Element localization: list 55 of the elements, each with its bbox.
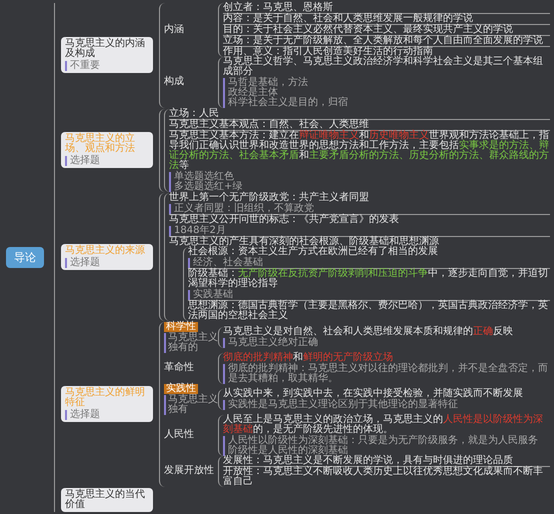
- topic-card[interactable]: 马克思主义的立场、观点和方法 选择题: [61, 132, 153, 168]
- note-block: 马克思主义绝对正确: [223, 338, 550, 348]
- node-text: 马克思主义的产生具有深刻的社会根源、阶级基础和思想渊源: [169, 236, 440, 246]
- note-block: 彻底的批判精神：马克思主义对以往的理论都批判，并不是全盘否定，而是去其糟粕，取其精华。: [223, 364, 550, 384]
- root-node[interactable]: 导论: [6, 246, 44, 268]
- node-text: 创立者：马克思、恩格斯: [223, 2, 333, 12]
- note-block: 实践性是马克思主义理论区别于其他理论的显著特征: [223, 400, 550, 410]
- group-label: 内涵: [164, 24, 185, 34]
- group-label: 构成: [164, 77, 185, 87]
- group-label: 革命性: [164, 363, 195, 373]
- topic-note: 不重要: [65, 61, 149, 71]
- label-note: 马克思主义独有: [164, 394, 218, 414]
- node-text: 马克思主义公开问世的标志：《共产党宣言》的发表: [169, 214, 400, 224]
- node-text: 目的：关于社会主义必然代替资本主义、最终实现共产主义的学说: [223, 24, 514, 34]
- note-block: 实践基础: [188, 290, 550, 300]
- label-tag: 实践性: [164, 384, 198, 394]
- topic-card[interactable]: 马克思主义的来源 选择题: [61, 244, 153, 270]
- label-note: 马克思主义独有的: [164, 332, 218, 352]
- label-tag: 科学性: [164, 322, 198, 332]
- node-text: 世界上第一个无产阶级政党：共产主义者同盟: [169, 192, 370, 202]
- node-text: 立场：是关于无产阶级解放、全人类解放和每个人自由而全面发展的学说: [223, 36, 544, 46]
- note-block: 正义者同盟：旧组织，不算政党: [169, 204, 550, 214]
- node-text: 开放性：马克思主义不断吸收人类历史上以往优秀思想文化成果而不断丰富自己: [223, 466, 544, 486]
- node-text: 思想渊源：德国古典哲学（主要是黑格尔、费尔巴哈），英国古典政治经济学，英法两国的空想社会主义: [188, 300, 549, 320]
- node-text: 阶级基础：无产阶级在反抗资产阶级剥削和压迫的斗争中，逐步走向自觉，并迫切渴望科学的理论指导: [188, 268, 549, 288]
- node-text: 彻底的批判精神和鲜明的无产阶级立场: [223, 352, 394, 362]
- note-block: 1848年2月: [169, 226, 550, 236]
- node-text: 作用、意义：指引人民创造美好生活的行动指南: [223, 46, 433, 56]
- topic-note: 选择题: [65, 258, 149, 268]
- node-text: 马克思主义哲学、马克思主义政治经济学和科学社会主义是其三个基本组成部分: [223, 56, 544, 76]
- topic-title: 马克思主义的来源: [65, 246, 146, 256]
- topic-note: 选择题: [65, 156, 149, 166]
- note-block: 单选题选红色 多选题选红+绿: [169, 172, 550, 192]
- node-text: 内容：是关于自然、社会和人类思维发展一般规律的学说: [223, 14, 474, 24]
- topic-title: 马克思主义的内涵及构成: [65, 39, 146, 59]
- node-text: 马克思主义是对自然、社会和人类思维发展本质和规律的正确反映: [223, 326, 514, 336]
- note-block: 经济、社会基础: [188, 258, 550, 268]
- group-label: 发展开放性: [164, 466, 215, 476]
- topic-title: 马克思主义的鲜明特征: [65, 388, 146, 408]
- node-text: 马克思主义基本观点：自然、社会、人类思维: [169, 120, 370, 130]
- topic-title: 马克思主义的立场、观点和方法: [65, 134, 136, 154]
- node-text: 立场：人民: [169, 108, 220, 118]
- note-block: 人民性以阶级性为深刻基础：只要是为无产阶级服务，就是为人民服务 阶级性是人民性的深刻基础: [223, 436, 550, 456]
- note-block: 马哲是基础，方法 政经是主体 科学社会主义是目的，归宿: [223, 78, 550, 108]
- topic-note: 选择题: [65, 410, 149, 420]
- group-label: 人民性: [164, 430, 195, 440]
- node-text: 人民至上是马克思主义的政治立场，马克思主义的人民性是以阶级性为深刻基础的，是无产阶级先进性的体现。: [223, 414, 544, 434]
- topic-title: 马克思主义的当代价值: [65, 490, 146, 510]
- node-text: 社会根源：资本主义生产方式在欧洲已经有了相当的发展: [188, 246, 439, 256]
- node-text: 从实践中来，到实践中去，在实践中接受检验，并随实践而不断发展: [223, 388, 524, 398]
- topic-card[interactable]: 马克思主义的鲜明特征 选择题: [61, 386, 153, 422]
- node-text: 发展性：马克思主义是不断发展的学说，具有与时俱进的理论品质: [223, 456, 514, 466]
- node-text: 马克思主义基本方法：建立在辩证唯物主义和历史唯物主义世界观和方法论基础上，指导我们正确认识世界和改造世界的思想方法和工作方法，主要包括实事求是的方法、辩证分析的方法、社会基本矛盾和主要矛盾分析的方法、历史分析的方法、群众路线的方法等: [169, 130, 550, 170]
- topic-card[interactable]: 马克思主义的当代价值: [61, 488, 153, 512]
- topic-card[interactable]: 马克思主义的内涵及构成 不重要: [61, 37, 153, 73]
